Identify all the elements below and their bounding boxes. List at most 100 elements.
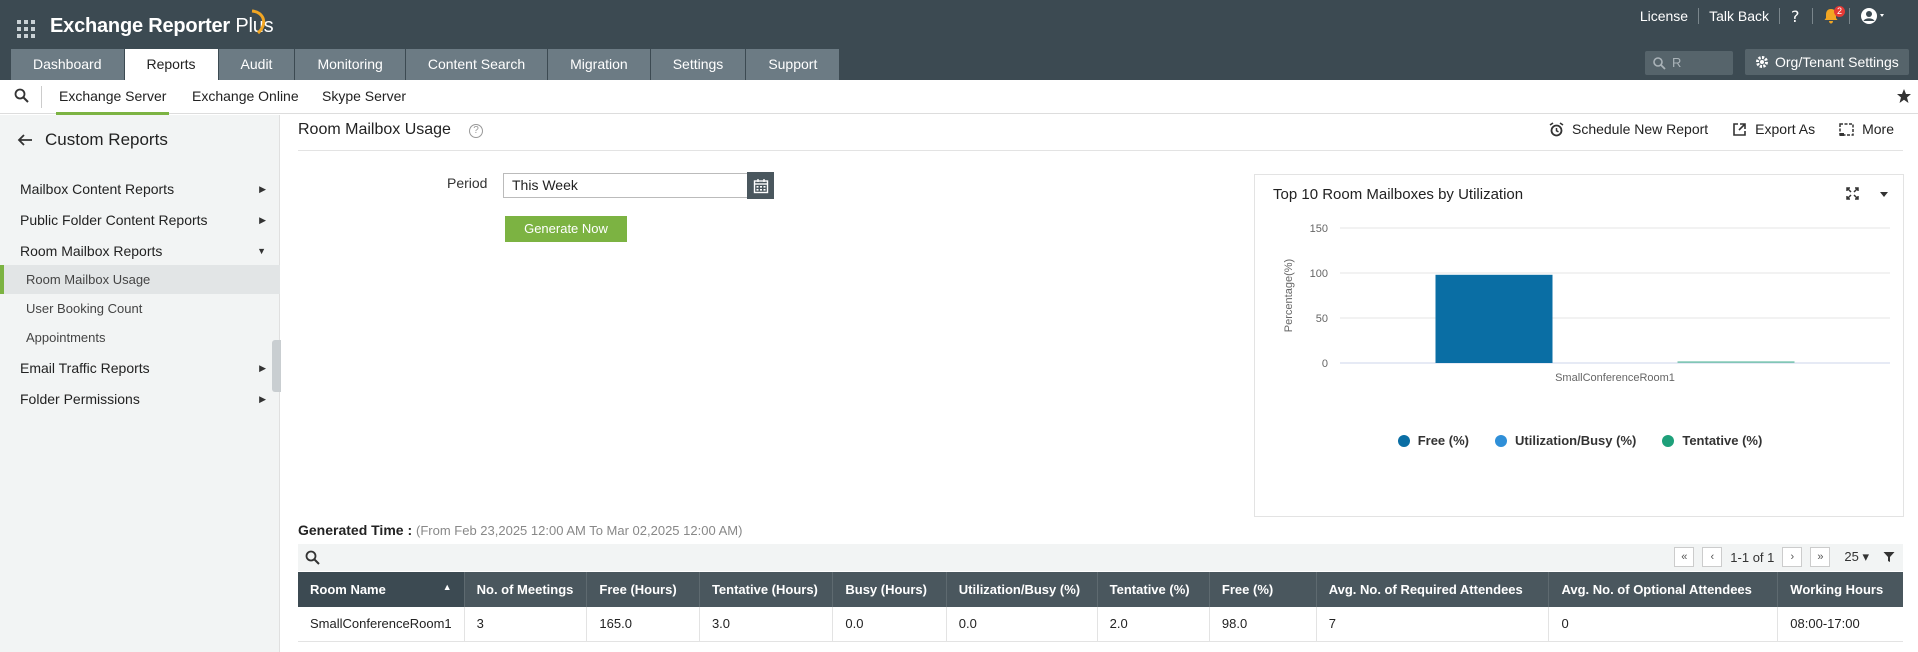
legend-item-free[interactable]: Free (%) bbox=[1397, 433, 1469, 448]
column-label: Room Name bbox=[310, 582, 386, 597]
sidebar-item-public-folder[interactable]: Public Folder Content Reports ▶ bbox=[0, 205, 280, 235]
svg-text:?: ? bbox=[1791, 8, 1800, 24]
app-grid-icon[interactable] bbox=[16, 19, 36, 39]
prev-page-button[interactable]: ‹ bbox=[1702, 547, 1723, 567]
table-toolbar: « ‹ 1-1 of 1 › » 25 ▾ bbox=[298, 544, 1903, 571]
legend-item-utilization[interactable]: Utilization/Busy (%) bbox=[1495, 433, 1636, 448]
cell-busy-hours: 0.0 bbox=[832, 607, 947, 642]
tab-migration[interactable]: Migration bbox=[548, 49, 651, 80]
cell-free-pct: 98.0 bbox=[1209, 607, 1317, 642]
chevron-right-icon: ▶ bbox=[259, 394, 266, 404]
sidebar-item-label: Mailbox Content Reports bbox=[20, 181, 175, 197]
chart-panel: Top 10 Room Mailboxes by Utilization 0 50… bbox=[1254, 174, 1904, 517]
column-header-utilization[interactable]: Utilization/Busy (%) bbox=[946, 572, 1098, 607]
search-icon[interactable] bbox=[14, 88, 30, 104]
sidebar-sub-appointments[interactable]: Appointments bbox=[0, 323, 280, 352]
tab-support[interactable]: Support bbox=[746, 49, 841, 80]
chevron-down-icon: ▼ bbox=[257, 246, 266, 256]
x-tick-label: SmallConferenceRoom1 bbox=[1555, 372, 1675, 384]
sidebar-back[interactable]: Custom Reports bbox=[17, 130, 168, 150]
divider bbox=[298, 150, 1903, 151]
last-page-button[interactable]: » bbox=[1810, 547, 1831, 567]
subnav-exchange-online[interactable]: Exchange Online bbox=[192, 80, 299, 112]
subnav-skype-server[interactable]: Skype Server bbox=[322, 80, 406, 112]
table-search-icon[interactable] bbox=[305, 550, 320, 565]
first-page-button[interactable]: « bbox=[1674, 547, 1695, 567]
global-search-input[interactable]: R bbox=[1645, 51, 1733, 75]
sub-navigation: Exchange Server Exchange Online Skype Se… bbox=[0, 80, 1918, 115]
more-button[interactable]: More bbox=[1839, 121, 1894, 137]
more-icon bbox=[1839, 122, 1854, 136]
legend-label: Tentative (%) bbox=[1682, 433, 1763, 448]
chevron-right-icon: ▶ bbox=[259, 184, 266, 194]
y-tick-label: 100 bbox=[1310, 268, 1328, 280]
sidebar-item-mailbox-content[interactable]: Mailbox Content Reports ▶ bbox=[0, 174, 280, 204]
help-icon[interactable]: ? bbox=[469, 124, 483, 138]
export-as-button[interactable]: Export As bbox=[1732, 121, 1815, 137]
column-header-optional-attendees[interactable]: Avg. No. of Optional Attendees bbox=[1548, 572, 1779, 607]
tab-monitoring[interactable]: Monitoring bbox=[295, 49, 406, 80]
subnav-exchange-server[interactable]: Exchange Server bbox=[56, 80, 170, 115]
period-select[interactable]: This Week bbox=[503, 173, 748, 198]
alarm-clock-icon bbox=[1549, 121, 1564, 136]
next-page-button[interactable]: › bbox=[1782, 547, 1803, 567]
column-header-tentative-pct[interactable]: Tentative (%) bbox=[1097, 572, 1210, 607]
calendar-button[interactable] bbox=[747, 172, 774, 199]
page-range: 1-1 of 1 bbox=[1730, 549, 1775, 565]
table-row[interactable]: SmallConferenceRoom1 3 165.0 3.0 0.0 0.0… bbox=[298, 607, 1903, 642]
main-tabs: Dashboard Reports Audit Monitoring Conte… bbox=[11, 49, 841, 80]
legend-item-tentative[interactable]: Tentative (%) bbox=[1662, 433, 1762, 448]
tab-audit[interactable]: Audit bbox=[218, 49, 296, 80]
cell-meetings: 3 bbox=[464, 607, 588, 642]
column-header-required-attendees[interactable]: Avg. No. of Required Attendees bbox=[1316, 572, 1550, 607]
notifications-button[interactable]: 2 bbox=[1813, 6, 1849, 24]
generated-time-range: (From Feb 23,2025 12:00 AM To Mar 02,202… bbox=[416, 523, 743, 538]
report-actions: Schedule New Report Export As More bbox=[1549, 121, 1894, 137]
schedule-new-report-button[interactable]: Schedule New Report bbox=[1549, 121, 1708, 137]
arrow-left-icon bbox=[17, 134, 32, 146]
generated-time: Generated Time : (From Feb 23,2025 12:00… bbox=[298, 522, 742, 538]
chevron-down-icon[interactable] bbox=[1879, 190, 1889, 198]
column-header-free-hours[interactable]: Free (Hours) bbox=[586, 572, 700, 607]
star-icon[interactable] bbox=[1896, 88, 1912, 104]
column-header-working-hours[interactable]: Working Hours bbox=[1777, 572, 1903, 607]
column-header-busy-hours[interactable]: Busy (Hours) bbox=[832, 572, 947, 607]
tab-content-search[interactable]: Content Search bbox=[405, 49, 549, 80]
tab-dashboard[interactable]: Dashboard bbox=[11, 49, 125, 80]
column-header-meetings[interactable]: No. of Meetings bbox=[464, 572, 588, 607]
action-label: Schedule New Report bbox=[1571, 121, 1709, 137]
column-header-tentative-hours[interactable]: Tentative (Hours) bbox=[699, 572, 834, 607]
legend-swatch bbox=[1397, 434, 1410, 447]
sidebar-item-email-traffic[interactable]: Email Traffic Reports ▶ bbox=[0, 353, 280, 383]
tab-settings[interactable]: Settings bbox=[650, 49, 747, 80]
sidebar-sub-user-booking-count[interactable]: User Booking Count bbox=[0, 294, 280, 323]
sidebar-collapse-handle[interactable] bbox=[272, 340, 281, 392]
sidebar-item-room-mailbox[interactable]: Room Mailbox Reports ▼ bbox=[0, 236, 280, 266]
column-header-free-pct[interactable]: Free (%) bbox=[1209, 572, 1317, 607]
chart-title: Top 10 Room Mailboxes by Utilization bbox=[1273, 186, 1524, 203]
legend-swatch bbox=[1495, 434, 1507, 447]
filter-icon[interactable] bbox=[1883, 551, 1895, 563]
sidebar-item-label: Room Mailbox Reports bbox=[20, 243, 163, 259]
license-link[interactable]: License bbox=[1630, 8, 1698, 24]
talk-back-link[interactable]: Talk Back bbox=[1699, 8, 1779, 24]
sidebar-sub-room-mailbox-usage[interactable]: Room Mailbox Usage bbox=[0, 265, 280, 294]
page-size-select[interactable]: 25 ▾ bbox=[1838, 549, 1875, 565]
expand-icon[interactable] bbox=[1846, 187, 1859, 200]
org-tenant-settings-button[interactable]: Org/Tenant Settings bbox=[1745, 49, 1909, 75]
sidebar-item-folder-permissions[interactable]: Folder Permissions ▶ bbox=[0, 384, 280, 414]
page-size-value: 25 bbox=[1844, 549, 1859, 564]
generate-now-button[interactable]: Generate Now bbox=[505, 216, 627, 242]
search-icon bbox=[1653, 56, 1666, 70]
sort-asc-icon: ▲ bbox=[442, 582, 452, 592]
sidebar-item-label: Email Traffic Reports bbox=[20, 360, 150, 376]
cell-required-attendees: 7 bbox=[1316, 607, 1550, 642]
column-header-room-name[interactable]: Room Name ▲ bbox=[298, 572, 465, 607]
cell-free-hours: 165.0 bbox=[586, 607, 700, 642]
app-logo[interactable]: Exchange Reporter Plus bbox=[50, 15, 274, 38]
logo-arc-icon bbox=[251, 9, 266, 35]
help-button[interactable]: ? bbox=[1780, 8, 1812, 24]
user-menu[interactable] bbox=[1850, 7, 1898, 25]
app-title: Exchange Reporter bbox=[50, 15, 230, 37]
tab-reports[interactable]: Reports bbox=[124, 49, 219, 80]
